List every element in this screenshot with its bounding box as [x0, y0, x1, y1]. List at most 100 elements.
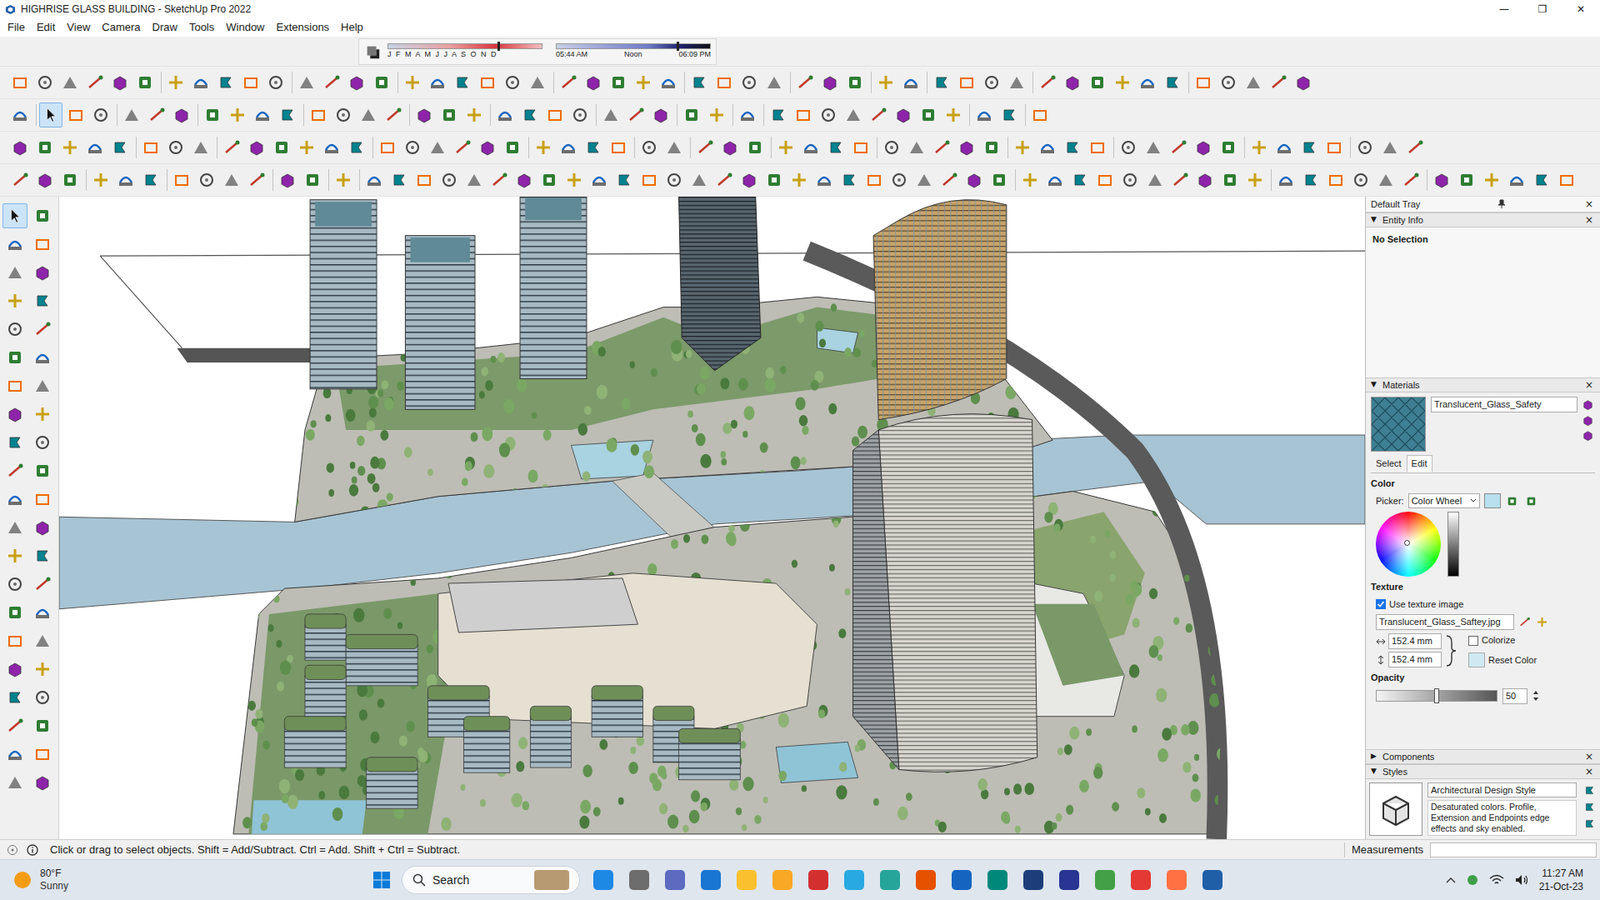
toolbar-button[interactable] [30, 458, 55, 484]
toolbar-button[interactable] [2, 713, 28, 739]
search-box[interactable]: Search [401, 865, 580, 895]
toolbar-button[interactable] [8, 70, 32, 95]
link-brace-icon[interactable] [1445, 634, 1459, 668]
toolbar-button[interactable] [139, 135, 163, 160]
toolbar-button[interactable] [30, 260, 55, 285]
toolbar-button[interactable] [1060, 135, 1085, 160]
toolbar-button[interactable] [1143, 167, 1167, 193]
toolbar-button[interactable] [320, 135, 344, 160]
toolbar-button[interactable] [1455, 167, 1479, 193]
toolbar-button[interactable] [437, 102, 461, 128]
toolbar-button[interactable] [656, 70, 680, 95]
taskbar-app[interactable] [980, 863, 1015, 897]
toolbar-button[interactable] [1480, 167, 1504, 193]
toolbar-button[interactable] [1218, 167, 1242, 193]
toolbar-button[interactable] [537, 167, 561, 193]
taskbar-app[interactable] [1016, 863, 1050, 897]
toolbar-button[interactable] [245, 135, 269, 160]
toolbar-button[interactable] [30, 628, 55, 654]
toolbar-button[interactable] [912, 167, 936, 193]
menu-item[interactable]: Extensions [270, 19, 336, 36]
toolbar-button[interactable] [462, 167, 486, 193]
toolbar-button[interactable] [581, 135, 605, 160]
toolbar-button[interactable] [83, 135, 107, 160]
toolbar-button[interactable] [1243, 167, 1267, 193]
toolbar-button[interactable] [972, 102, 996, 128]
toolbar-button[interactable] [562, 167, 586, 193]
toolbar-button[interactable] [799, 135, 823, 160]
taskbar-app[interactable] [658, 863, 692, 897]
toolbar-button[interactable] [220, 135, 244, 160]
toolbar-button[interactable] [164, 135, 188, 160]
toolbar-button[interactable] [164, 70, 188, 95]
toolbar-button[interactable] [735, 102, 760, 128]
toolbar-button[interactable] [712, 167, 736, 193]
toolbar-button[interactable] [30, 373, 55, 399]
viewport[interactable] [59, 196, 1365, 840]
menu-item[interactable]: Edit [30, 19, 61, 36]
toolbar-button[interactable] [412, 167, 436, 193]
toolbar-button[interactable] [345, 135, 369, 160]
pin-icon[interactable] [1497, 199, 1506, 210]
toolbar-button[interactable] [8, 135, 32, 160]
toolbar-button[interactable] [1403, 135, 1427, 160]
toolbar-button[interactable] [30, 656, 55, 682]
toolbar-button[interactable] [2, 373, 28, 399]
toolbar-button[interactable] [133, 70, 157, 95]
toolbar-button[interactable] [2, 515, 28, 540]
toolbar-button[interactable] [1274, 167, 1298, 193]
toolbar-button[interactable] [762, 167, 786, 193]
toolbar-button[interactable] [2, 628, 28, 654]
model-viewport[interactable] [59, 196, 1365, 840]
taskbar-app[interactable] [1195, 863, 1230, 897]
toolbar-button[interactable] [33, 167, 57, 193]
toolbar-button[interactable] [916, 102, 940, 128]
toolbar-button[interactable] [2, 656, 28, 682]
toolbar-button[interactable] [475, 70, 500, 95]
toolbar-button[interactable] [89, 167, 113, 193]
toolbar-button[interactable] [2, 288, 28, 314]
toolbar-button[interactable] [220, 167, 244, 193]
toolbar-button[interactable] [824, 135, 848, 160]
toolbar-button[interactable] [2, 231, 28, 257]
toolbar-button[interactable] [270, 135, 294, 160]
toolbar-button[interactable] [170, 102, 194, 128]
opacity-track[interactable] [1375, 690, 1498, 702]
toolbar-button[interactable] [774, 135, 798, 160]
checkbox[interactable] [1468, 635, 1479, 646]
toolbar-button[interactable] [30, 345, 55, 370]
taskbar-app[interactable] [873, 863, 907, 897]
toolbar-button[interactable] [743, 135, 767, 160]
clock[interactable]: 11:27 AM 21-Oct-23 [1539, 866, 1589, 894]
toolbar-button[interactable] [108, 135, 132, 160]
toolbar-button[interactable] [2, 600, 28, 625]
toolbar-button[interactable] [108, 70, 132, 95]
toolbar-button[interactable] [987, 167, 1011, 193]
toolbar-button[interactable] [30, 401, 55, 427]
opacity-handle[interactable] [1434, 688, 1440, 704]
toolbar-button[interactable] [225, 102, 250, 128]
panel-header[interactable]: ▼ Materials × [1365, 377, 1600, 393]
taskbar-app[interactable] [730, 863, 764, 897]
panel-tool[interactable] [1580, 412, 1595, 428]
toolbar-button[interactable] [275, 102, 300, 128]
toolbar-button[interactable] [812, 167, 836, 193]
toolbar-button[interactable] [300, 167, 325, 193]
toolbar-button[interactable] [500, 135, 525, 160]
measurements-field[interactable] [1430, 842, 1597, 858]
toolbar-button[interactable] [2, 316, 28, 342]
texture-width-field[interactable]: 152.4 mm [1388, 633, 1442, 650]
window-control-button[interactable]: ✕ [1561, 0, 1600, 19]
toolbar-button[interactable] [941, 102, 965, 128]
date-slider[interactable]: J F M A M J J A S O N D [387, 43, 543, 60]
toolbar-button[interactable] [1135, 70, 1160, 95]
toolbar-button[interactable] [493, 102, 517, 128]
toolbar-button[interactable] [1118, 167, 1142, 193]
toolbar-button[interactable] [937, 167, 961, 193]
toolbar-button[interactable] [462, 102, 486, 128]
time-handle[interactable] [676, 41, 680, 51]
taskbar-app[interactable] [622, 863, 656, 897]
panel-header[interactable]: ▶ Components × [1365, 749, 1600, 765]
toolbar-button[interactable] [425, 135, 450, 160]
toolbar-button[interactable] [1297, 135, 1321, 160]
